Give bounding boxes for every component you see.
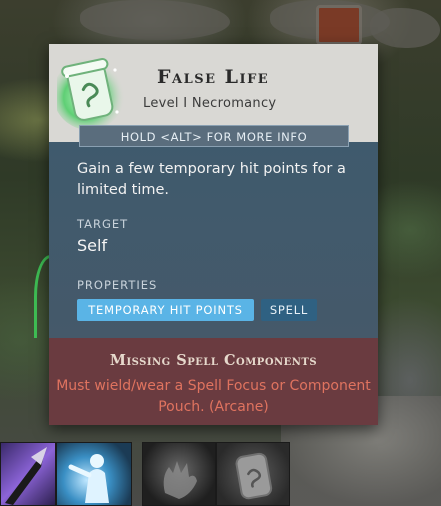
spell-description: Gain a few temporary hit points for a li… bbox=[77, 161, 346, 198]
hotbar-slot[interactable] bbox=[216, 442, 290, 506]
background-door bbox=[316, 5, 362, 45]
missing-components-title: Missing Spell Components bbox=[109, 352, 318, 369]
missing-components-message: Must wield/wear a Spell Focus or Compone… bbox=[56, 378, 371, 415]
spell-scroll-icon bbox=[235, 452, 273, 500]
hotbar bbox=[0, 442, 292, 506]
missing-components-panel: Missing Spell Components Must wield/wear… bbox=[49, 338, 378, 425]
grasping-hand-icon bbox=[163, 461, 197, 499]
hotbar-slot[interactable] bbox=[0, 442, 56, 506]
shadow-blade-icon bbox=[5, 447, 47, 505]
tooltip-body: Gain a few temporary hit points for a li… bbox=[49, 142, 378, 338]
target-value: Self bbox=[77, 236, 108, 255]
spell-name: False Life bbox=[157, 66, 270, 88]
background-rock bbox=[370, 8, 440, 48]
property-chip-spell: SPELL bbox=[261, 299, 317, 321]
spell-tooltip: False Life Level I Necromancy HOLD <ALT>… bbox=[49, 44, 378, 425]
property-chip-temporary-hit-points: TEMPORARY HIT POINTS bbox=[77, 299, 254, 321]
hotbar-slot[interactable] bbox=[56, 442, 132, 506]
spell-level-school: Level I Necromancy bbox=[143, 96, 277, 111]
background-rock bbox=[80, 0, 230, 40]
target-label: TARGET bbox=[77, 217, 129, 231]
hotbar-slot[interactable] bbox=[142, 442, 216, 506]
spell-scroll-icon bbox=[53, 50, 127, 130]
more-info-hint: HOLD <ALT> FOR MORE INFO bbox=[79, 125, 349, 147]
glowing-figure-icon bbox=[68, 454, 109, 503]
properties-label: PROPERTIES bbox=[77, 278, 158, 292]
